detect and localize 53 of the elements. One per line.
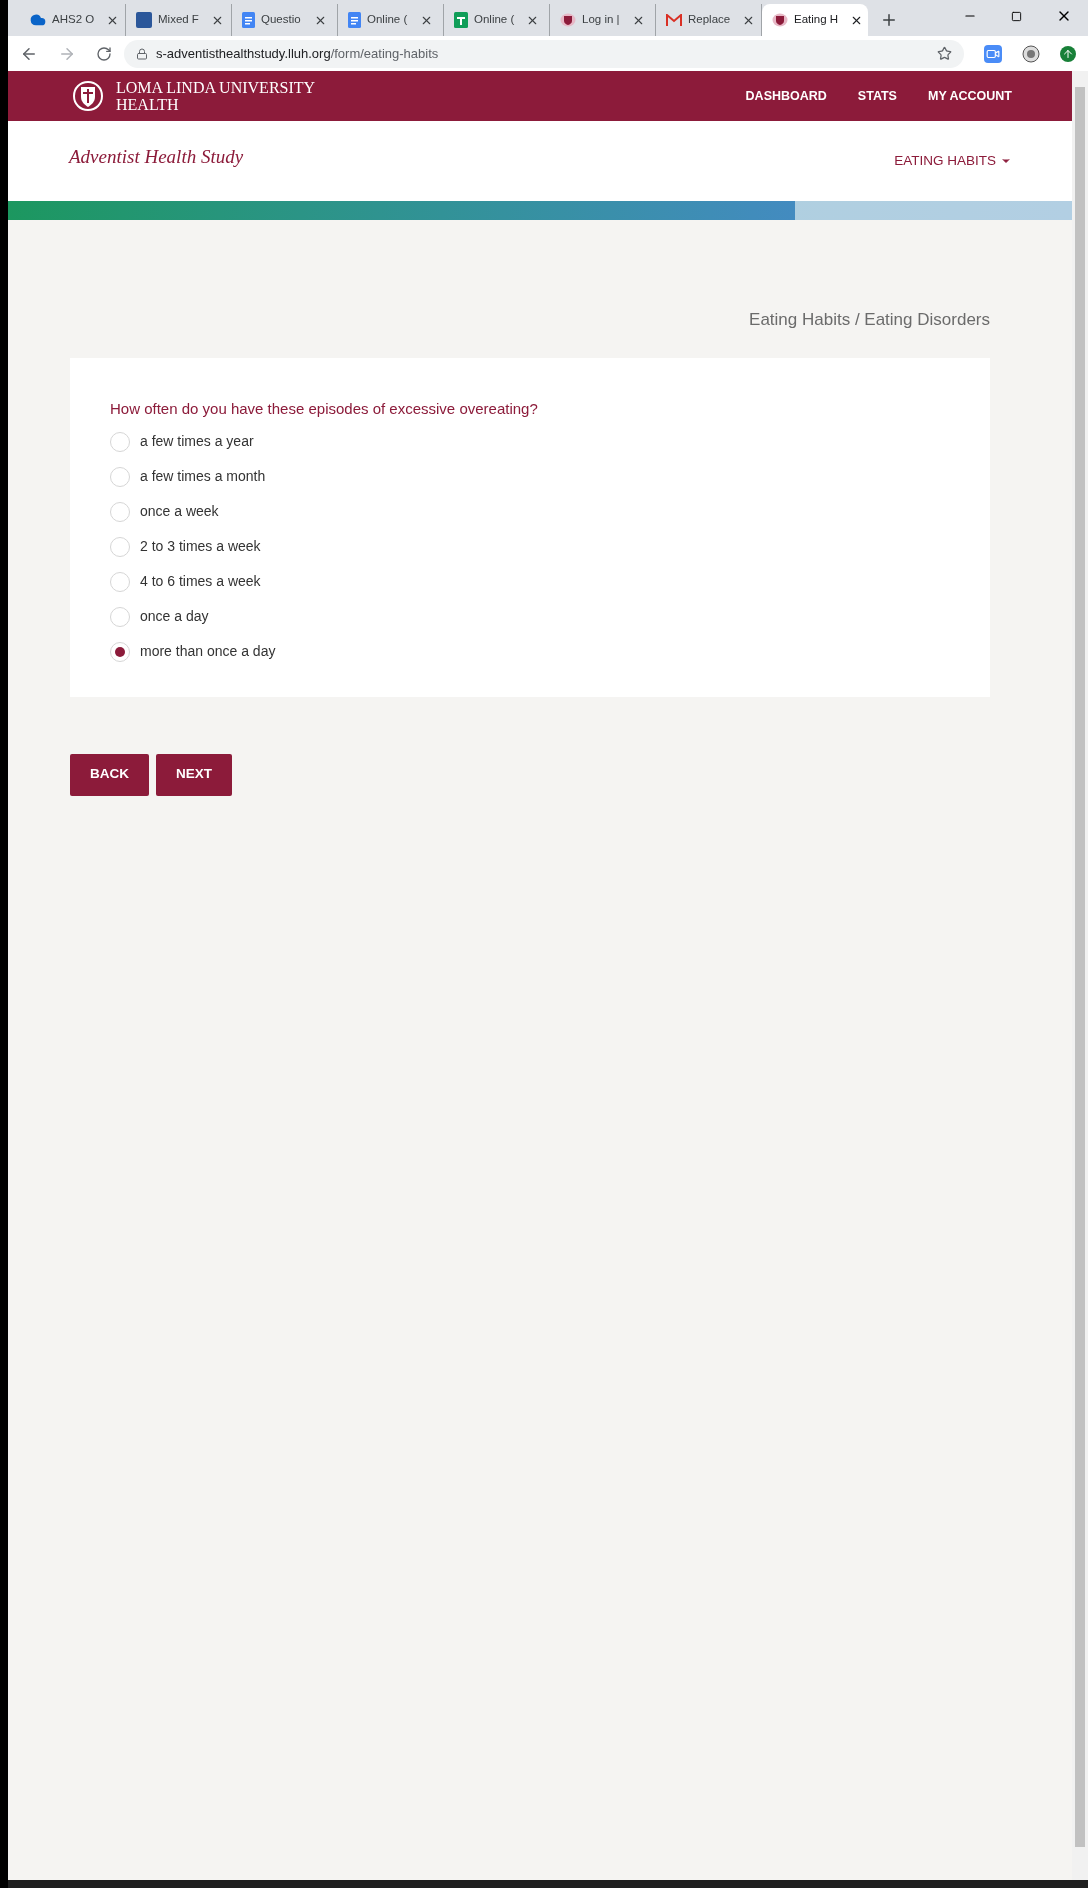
address-bar[interactable]: s-adventisthealthstudy.lluh.org/form/eating-habits	[124, 39, 964, 68]
nav-link[interactable]: STATS	[857, 86, 897, 106]
radio-option[interactable]: a few times a month	[110, 459, 266, 494]
tab-title: Replace	[688, 12, 731, 28]
spreadsheet-icon	[454, 12, 468, 28]
reload-icon[interactable]	[96, 45, 112, 62]
radio-button[interactable]	[110, 571, 130, 592]
question-text: How often do you have these episodes of excessive overeating?	[110, 398, 539, 419]
tab-title: Online (	[474, 12, 515, 28]
browser-tab[interactable]: Eating H	[762, 4, 868, 36]
radio-option[interactable]: more than once a day	[110, 634, 276, 669]
radio-button[interactable]	[110, 606, 130, 627]
restore-icon[interactable]	[1011, 10, 1022, 22]
nav-button[interactable]: NEXT	[156, 753, 232, 796]
logo-text: HEALTH	[116, 96, 180, 113]
option-label: 4 to 6 times a week	[140, 572, 261, 591]
tab-title: Eating H	[794, 12, 839, 28]
option-label: a few times a month	[140, 467, 266, 486]
tab-title: Mixed F	[158, 12, 199, 28]
breadcrumb: Eating Habits / Eating Disorders	[749, 309, 990, 331]
section-menu[interactable]: EATING HABITS	[894, 150, 1012, 172]
tab-title: Online (	[367, 12, 408, 28]
radio-button[interactable]	[110, 641, 130, 662]
radio-button[interactable]	[110, 536, 130, 557]
option-label: once a day	[140, 607, 209, 626]
radio-button[interactable]	[110, 466, 130, 487]
radio-button[interactable]	[110, 431, 130, 452]
nav-button[interactable]: BACK	[70, 753, 149, 796]
radio-button[interactable]	[110, 501, 130, 522]
radio-option[interactable]: a few times a year	[110, 424, 254, 459]
radio-option[interactable]: 2 to 3 times a week	[110, 529, 261, 564]
tab-title: Log in |	[582, 12, 620, 28]
tab-title: AHS2 O	[52, 12, 95, 28]
update-icon[interactable]	[1060, 45, 1076, 62]
cloud-icon	[30, 12, 46, 28]
lock-icon	[136, 47, 148, 60]
video-icon[interactable]	[984, 44, 1002, 63]
logo-text: LOMA LINDA UNIVERSITY	[116, 79, 316, 96]
option-label: once a week	[140, 502, 219, 521]
new-tab-icon[interactable]	[880, 11, 898, 29]
bookmark-icon[interactable]	[937, 46, 952, 61]
nav-link[interactable]: DASHBOARD	[745, 86, 827, 106]
radio-option[interactable]: once a week	[110, 494, 219, 529]
tab-title: Questio	[261, 12, 301, 28]
mail-icon	[666, 14, 682, 26]
nav-link[interactable]: MY ACCOUNT	[927, 86, 1012, 106]
url-text: s-adventisthealthstudy.lluh.org/form/eating-habits	[156, 44, 440, 63]
radio-option[interactable]: once a day	[110, 599, 209, 634]
option-label: 2 to 3 times a week	[140, 537, 261, 556]
study-title: Adventist Health Study	[69, 144, 244, 169]
option-label: more than once a day	[140, 642, 276, 661]
option-label: a few times a year	[140, 432, 254, 451]
radio-option[interactable]: 4 to 6 times a week	[110, 564, 261, 599]
